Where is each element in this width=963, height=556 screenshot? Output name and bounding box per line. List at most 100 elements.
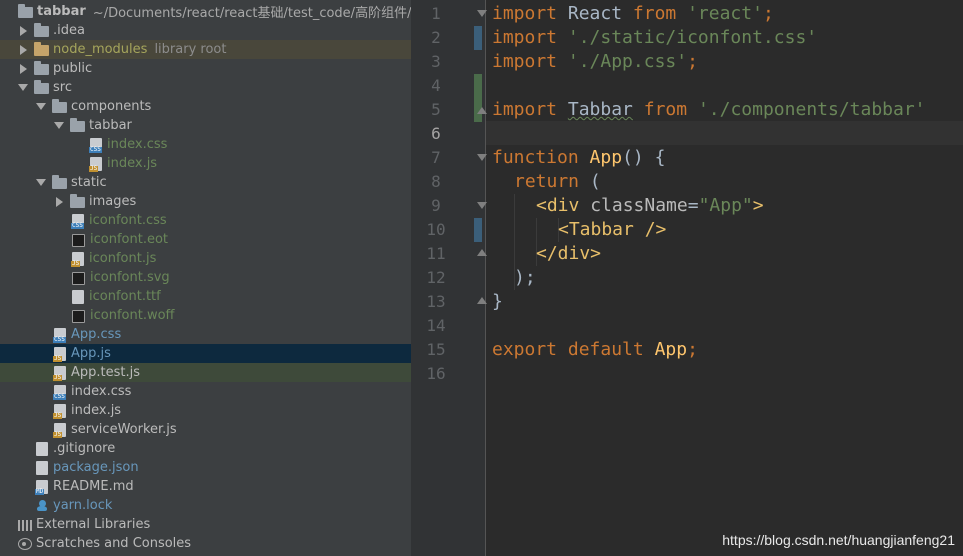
line-number: 5 — [431, 100, 441, 119]
tree-item-label: yarn.lock — [53, 498, 113, 513]
folder-icon — [34, 23, 49, 37]
json-file-icon — [36, 460, 48, 475]
tree-item-label: iconfont.eot — [90, 232, 168, 247]
text-file-icon — [72, 289, 84, 304]
tree-item-gitignore[interactable]: .gitignore — [0, 439, 411, 458]
css-file-icon: CSS — [53, 327, 66, 343]
tree-item-app-test-js[interactable]: JS App.test.js — [0, 363, 411, 382]
folder-icon — [70, 194, 85, 208]
tree-item-src-index-js[interactable]: JS index.js — [0, 401, 411, 420]
css-file-icon: CSS — [71, 213, 84, 229]
chevron-right-icon[interactable] — [18, 64, 28, 74]
chevron-down-icon[interactable] — [36, 102, 46, 112]
binary-file-icon — [72, 271, 85, 285]
code-line-12[interactable]: ); — [514, 266, 536, 290]
tree-item-label: package.json — [53, 460, 139, 475]
line-number: 8 — [431, 172, 441, 191]
line-number: 2 — [431, 28, 441, 47]
code-line-7[interactable]: function App() { — [492, 146, 665, 170]
tree-item-label: images — [89, 194, 137, 209]
binary-file-icon — [72, 309, 85, 323]
tree-item-iconfont-js[interactable]: JS iconfont.js — [0, 249, 411, 268]
tree-item-app-css[interactable]: CSS App.css — [0, 325, 411, 344]
tree-item-service-worker[interactable]: JS serviceWorker.js — [0, 420, 411, 439]
tree-item-static[interactable]: static — [0, 173, 411, 192]
code-line-1[interactable]: import React from 'react'; — [492, 2, 774, 26]
line-number: 14 — [426, 316, 446, 335]
line-number: 4 — [431, 76, 441, 95]
code-line-13[interactable]: } — [492, 290, 503, 314]
tree-item-iconfont-svg[interactable]: iconfont.svg — [0, 268, 411, 287]
vcs-modified-marker[interactable] — [474, 26, 482, 50]
tree-item-label: index.css — [107, 137, 168, 152]
tree-item-iconfont-eot[interactable]: iconfont.eot — [0, 230, 411, 249]
fold-end-icon[interactable] — [477, 296, 487, 306]
js-file-icon: JS — [89, 156, 102, 172]
chevron-down-icon[interactable] — [18, 83, 28, 93]
library-root-hint: library root — [154, 42, 227, 57]
line-number: 10 — [426, 220, 446, 239]
code-line-2[interactable]: import './static/iconfont.css' — [492, 26, 817, 50]
watermark: https://blog.csdn.net/huangjianfeng21 — [722, 532, 955, 548]
tree-item-tabbar-index-js[interactable]: JS index.js — [0, 154, 411, 173]
chevron-right-icon[interactable] — [18, 26, 28, 36]
tree-item-public[interactable]: public — [0, 59, 411, 78]
tree-item-iconfont-ttf[interactable]: iconfont.ttf — [0, 287, 411, 306]
tree-item-iconfont-woff[interactable]: iconfont.woff — [0, 306, 411, 325]
chevron-down-icon[interactable] — [54, 121, 64, 131]
fold-end-icon[interactable] — [477, 248, 487, 258]
code-line-11[interactable]: </div> — [536, 242, 601, 266]
tree-item-tabbar[interactable]: tabbar — [0, 116, 411, 135]
tree-item-app-js[interactable]: JS App.js — [0, 344, 411, 363]
chevron-right-icon[interactable] — [18, 45, 28, 55]
fold-open-icon[interactable] — [477, 200, 487, 210]
tree-item-idea[interactable]: .idea — [0, 21, 411, 40]
tree-item-label: iconfont.ttf — [89, 289, 161, 304]
line-number: 11 — [426, 244, 446, 263]
tree-item-label: App.css — [71, 327, 122, 342]
tree-item-package-json[interactable]: package.json — [0, 458, 411, 477]
code-line-15[interactable]: export default App; — [492, 338, 698, 362]
tree-item-src[interactable]: src — [0, 78, 411, 97]
tree-item-label: README.md — [53, 479, 134, 494]
line-number: 3 — [431, 52, 441, 71]
tree-item-iconfont-css[interactable]: CSS iconfont.css — [0, 211, 411, 230]
tree-root[interactable]: tabbar ~/Documents/react/react基础/test_co… — [0, 2, 411, 21]
tree-item-label: components — [71, 99, 152, 114]
markdown-file-icon: MD — [35, 479, 48, 495]
tree-item-label: index.css — [71, 384, 132, 399]
vcs-modified-marker[interactable] — [474, 218, 482, 242]
tree-item-images[interactable]: images — [0, 192, 411, 211]
folder-icon — [34, 80, 49, 94]
code-line-10[interactable]: <Tabbar /> — [558, 218, 666, 242]
tree-item-label: App.js — [71, 346, 111, 361]
gitignore-file-icon — [36, 441, 48, 456]
chevron-right-icon[interactable] — [54, 197, 64, 207]
code-line-8[interactable]: return ( — [514, 170, 601, 194]
folder-icon — [70, 118, 85, 132]
folder-icon — [52, 175, 67, 189]
tree-item-label: iconfont.svg — [90, 270, 170, 285]
tree-item-scratches[interactable]: Scratches and Consoles — [0, 534, 411, 553]
tree-item-label: Scratches and Consoles — [36, 536, 192, 551]
binary-file-icon — [72, 233, 85, 247]
fold-end-icon[interactable] — [477, 106, 487, 116]
tree-item-yarn-lock[interactable]: yarn.lock — [0, 496, 411, 515]
code-line-9[interactable]: <div className="App"> — [536, 194, 764, 218]
chevron-down-icon[interactable] — [36, 178, 46, 188]
tree-item-node-modules[interactable]: node_modules library root — [0, 40, 411, 59]
tree-item-src-index-css[interactable]: CSS index.css — [0, 382, 411, 401]
code-line-5[interactable]: import Tabbar from './components/tabbar' — [492, 98, 926, 122]
code-line-3[interactable]: import './App.css'; — [492, 50, 698, 74]
code-editor[interactable]: 1 2 3 4 5 6 7 8 9 10 11 12 13 14 15 16 i… — [411, 0, 963, 556]
tree-item-tabbar-index-css[interactable]: CSS index.css — [0, 135, 411, 154]
tree-item-readme[interactable]: MD README.md — [0, 477, 411, 496]
fold-open-icon[interactable] — [477, 152, 487, 162]
line-number: 15 — [426, 340, 446, 359]
js-binary-file-icon: JS — [71, 251, 84, 267]
line-number: 9 — [431, 196, 441, 215]
css-file-icon: CSS — [53, 384, 66, 400]
tree-item-external-libraries[interactable]: External Libraries — [0, 515, 411, 534]
fold-open-icon[interactable] — [477, 8, 487, 18]
tree-item-components[interactable]: components — [0, 97, 411, 116]
